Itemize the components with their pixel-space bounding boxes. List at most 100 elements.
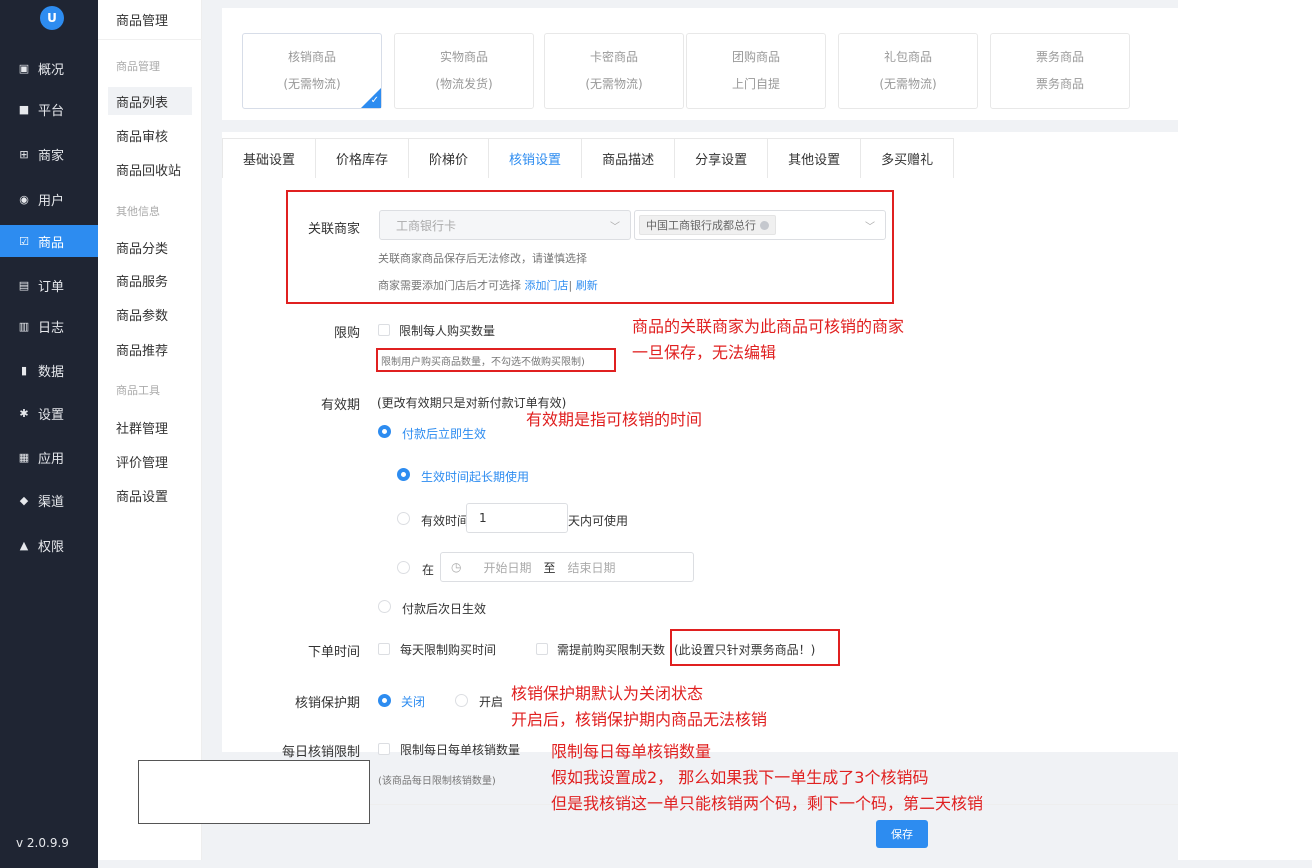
sidebar-item-label: 概况 <box>38 62 65 78</box>
submenu-group-tools: 商品工具 <box>116 384 160 397</box>
radio-date-range-label: 在 <box>422 563 435 577</box>
lock-icon: ▲ <box>19 538 29 552</box>
sidebar-item-goods[interactable]: ☑ 商品 <box>0 225 98 257</box>
type-group-goods[interactable]: 团购商品 上门自提 <box>686 33 826 109</box>
limit-checkbox-label: 限制每人购买数量 <box>399 324 496 338</box>
apps-icon: ▦ <box>18 450 30 464</box>
dashboard-icon: ▣ <box>18 61 30 75</box>
submenu-item-goods-list[interactable]: 商品列表 <box>108 87 192 115</box>
app-logo[interactable]: U <box>40 6 64 30</box>
radio-within-days[interactable] <box>397 512 410 525</box>
sidebar-item-store[interactable]: ⊞ 商家 <box>0 138 98 170</box>
sidebar-item-user[interactable]: ◉ 用户 <box>0 183 98 215</box>
tab-other[interactable]: 其他设置 <box>767 138 862 178</box>
radio-within-days-suffix: 天内可使用 <box>568 514 629 528</box>
annotation-merchant-2: 一旦保存，无法编辑 <box>632 343 777 362</box>
order-time-label: 下单时间 <box>307 645 360 660</box>
limit-checkbox[interactable] <box>378 324 390 336</box>
sidebar-item-gear[interactable]: ✱ 设置 <box>0 397 98 429</box>
settings-tabs: 基础设置 价格库存 阶梯价 核销设置 商品描述 分享设置 其他设置 多买赠礼 <box>222 138 955 178</box>
submenu-item-community[interactable]: 社群管理 <box>108 413 192 441</box>
submenu-item-service[interactable]: 商品服务 <box>108 266 192 294</box>
sidebar-item-log[interactable]: ▥ 日志 <box>0 310 98 342</box>
submenu-item-recycle-bin[interactable]: 商品回收站 <box>108 155 192 183</box>
annotation-daily-2: 假如我设置成2， 那么如果我下一单生成了3个核销码 <box>551 768 929 787</box>
sidebar-item-channel[interactable]: ◆ 渠道 <box>0 484 98 516</box>
limit-label: 限购 <box>333 326 360 341</box>
annotation-validity: 有效期是指可核销的时间 <box>526 410 703 429</box>
gear-icon: ✱ <box>19 406 29 420</box>
tab-share[interactable]: 分享设置 <box>674 138 769 178</box>
daily-verify-checkbox-label: 限制每日每单核销数量 <box>400 743 521 757</box>
sidebar-item-dashboard[interactable]: ▣ 概况 <box>0 52 98 84</box>
daily-verify-checkbox[interactable] <box>378 743 390 755</box>
tab-verify-settings[interactable]: 核销设置 <box>488 138 583 178</box>
type-ticket-goods[interactable]: 票务商品 票务商品 <box>990 33 1130 109</box>
radio-date-range[interactable] <box>397 561 410 574</box>
sidebar-item-label: 商品 <box>38 235 65 251</box>
sidebar-item-label: 应用 <box>38 451 65 467</box>
submenu-item-reviews[interactable]: 评价管理 <box>108 447 192 475</box>
radio-protect-off[interactable] <box>378 694 391 707</box>
type-card-goods[interactable]: 卡密商品 (无需物流) <box>544 33 684 109</box>
sidebar-item-label: 用户 <box>38 193 65 209</box>
blank-overlay <box>138 760 370 824</box>
sidebar-item-apps[interactable]: ▦ 应用 <box>0 441 98 473</box>
tab-buy-gift[interactable]: 多买赠礼 <box>860 138 955 178</box>
submenu-group-goods: 商品管理 <box>116 60 160 73</box>
sidebar-item-label: 权限 <box>38 539 65 555</box>
radio-long-term[interactable] <box>397 468 410 481</box>
main-sidebar: U ▣ 概况 ■ 平台 ⊞ 商家 ◉ 用户 ☑ 商品 ▤ 订单 ▥ 日志 ▮ 数据 ✱ 设置 ▦ 应用 ◆ 渠道 ▲ 权限 v… <box>0 0 98 868</box>
type-gift-goods[interactable]: 礼包商品 (无需物流) <box>838 33 978 109</box>
tab-basic[interactable]: 基础设置 <box>222 138 317 178</box>
annotation-protect-2: 开启后，核销保护期内商品无法核销 <box>511 710 768 729</box>
store-icon: ⊞ <box>19 147 29 161</box>
submenu-item-recommend[interactable]: 商品推荐 <box>108 335 192 363</box>
sidebar-item-label: 日志 <box>38 320 65 336</box>
sidebar-item-label: 设置 <box>38 407 65 423</box>
annotation-merchant-1: 商品的关联商家为此商品可核销的商家 <box>632 317 905 336</box>
submenu-item-category[interactable]: 商品分类 <box>108 233 192 261</box>
daily-verify-label: 每日核销限制 <box>281 745 360 760</box>
days-input[interactable]: 1 <box>466 503 568 533</box>
channel-icon: ◆ <box>19 493 29 507</box>
sub-menu: 商品管理 商品管理 商品列表 商品审核 商品回收站 其他信息 商品分类 商品服务… <box>98 0 202 868</box>
radio-protect-on[interactable] <box>455 694 468 707</box>
submenu-item-settings[interactable]: 商品设置 <box>108 481 192 509</box>
daily-verify-hint: (该商品每日限制核销数量) <box>378 776 496 787</box>
sidebar-item-label: 数据 <box>38 364 65 380</box>
tab-description[interactable]: 商品描述 <box>581 138 676 178</box>
annotation-protect-1: 核销保护期默认为关闭状态 <box>511 683 704 705</box>
sidebar-item-lock[interactable]: ▲ 权限 <box>0 529 98 561</box>
type-physical-goods[interactable]: 实物商品 (物流发货) <box>394 33 534 109</box>
end-date: 结束日期 <box>567 560 616 575</box>
annotation-daily-3: 但是我核销这一单只能核销两个码，剩下一个码，第二天核销 <box>551 794 984 813</box>
annotation-box-limit <box>376 348 616 372</box>
sidebar-item-order[interactable]: ▤ 订单 <box>0 269 98 301</box>
sidebar-item-label: 商家 <box>38 148 65 164</box>
advance-days-label: 需提前购买限制天数 <box>557 643 666 657</box>
sidebar-item-label: 平台 <box>38 103 65 119</box>
submenu-item-goods-review[interactable]: 商品审核 <box>108 121 192 149</box>
radio-immediate[interactable] <box>378 425 391 438</box>
annotation-daily-1: 限制每日每单核销数量 <box>551 742 712 761</box>
tab-tier-price[interactable]: 阶梯价 <box>408 138 490 178</box>
daily-time-checkbox[interactable] <box>378 643 390 655</box>
platform-icon: ■ <box>18 102 30 116</box>
radio-protect-off-label: 关闭 <box>401 695 426 709</box>
submenu-item-params[interactable]: 商品参数 <box>108 300 192 328</box>
date-range-picker[interactable]: ◷ 开始日期 至 结束日期 <box>440 552 694 582</box>
save-button[interactable]: 保存 <box>876 820 928 848</box>
sidebar-item-chart[interactable]: ▮ 数据 <box>0 354 98 386</box>
tab-price-stock[interactable]: 价格库存 <box>315 138 410 178</box>
advance-days-checkbox[interactable] <box>536 643 548 655</box>
radio-protect-on-label: 开启 <box>479 695 504 709</box>
radio-next-day[interactable] <box>378 600 391 613</box>
submenu-group-other: 其他信息 <box>116 205 160 218</box>
type-verify-goods[interactable]: 核销商品 (无需物流) ✓ <box>242 33 382 109</box>
sidebar-item-label: 渠道 <box>38 494 65 510</box>
sidebar-item-platform[interactable]: ■ 平台 <box>0 93 98 125</box>
submenu-title: 商品管理 <box>98 0 202 40</box>
annotation-box-merchant <box>286 190 894 304</box>
radio-next-day-label: 付款后次日生效 <box>402 602 487 616</box>
